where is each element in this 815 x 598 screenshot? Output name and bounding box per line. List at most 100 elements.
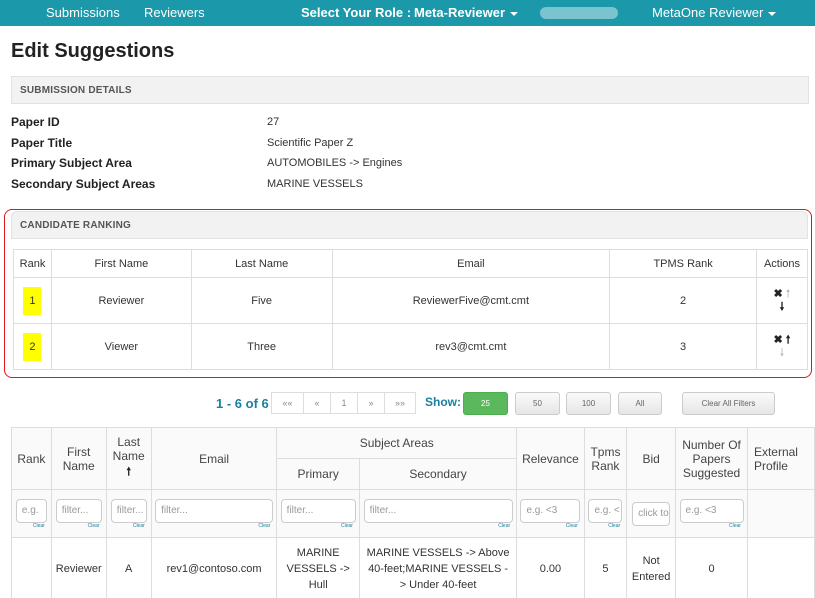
nav-reviewers[interactable]: Reviewers	[144, 5, 205, 20]
page-1-button[interactable]: 1	[330, 392, 358, 414]
page-size-25-button[interactable]: 25	[463, 392, 508, 415]
tpms-rank-cell: 2	[609, 277, 757, 324]
first-name-cell: Reviewer	[50, 277, 192, 324]
detail-value: MARINE VESSELS	[267, 178, 363, 190]
relevance-filter-input[interactable]: e.g. <3	[520, 498, 581, 523]
col-tpms-rank[interactable]: Tpms Rank	[583, 427, 628, 490]
primary-area-cell: MARINE VESSELS -> Hull	[276, 537, 360, 598]
col-primary[interactable]: Primary	[276, 458, 360, 490]
caret-down-icon	[510, 11, 519, 16]
detail-value: 27	[267, 116, 280, 128]
next-page-button[interactable]: »	[357, 392, 385, 414]
col-external-profile[interactable]: External Profile	[746, 427, 815, 490]
tpms-rank-cell: 3	[609, 323, 757, 370]
bid-cell: Not Entered	[626, 537, 677, 598]
primary-filter-input[interactable]: filter...	[280, 498, 356, 523]
clear-link[interactable]: Clear	[107, 523, 151, 529]
clear-link[interactable]: Clear	[676, 523, 747, 529]
user-menu[interactable]: MetaOne Reviewer	[652, 5, 777, 20]
secondary-filter-input[interactable]: filter...	[363, 498, 513, 523]
papers-suggested-label: Number Of Papers Suggested	[682, 437, 741, 480]
rank-cell	[11, 537, 52, 598]
arrow-down-icon[interactable]: 🠗	[780, 301, 785, 313]
detail-label: Primary Subject Area	[11, 156, 132, 170]
actions-cell: ✖ 🠕 🠗	[755, 323, 809, 370]
arrow-up-icon[interactable]: 🠕	[786, 334, 791, 346]
prev-page-button[interactable]: «	[303, 392, 331, 414]
table-row: Reviewer A rev1@contoso.com MARINE VESSE…	[11, 537, 815, 598]
col-actions: Actions	[755, 249, 809, 278]
candidate-ranking-table: Rank First Name Last Name Email TPMS Ran…	[13, 249, 809, 370]
email-cell: rev3@cmt.cmt	[331, 323, 611, 370]
email-filter-input[interactable]: filter...	[155, 498, 274, 523]
col-first-name[interactable]: First Name	[50, 427, 107, 490]
first-page-button[interactable]: ««	[271, 392, 304, 414]
clear-link[interactable]: Clear	[52, 523, 106, 529]
reviewers-table: Rank First Name Last Name 🠕 Email Subjec…	[11, 427, 815, 598]
nav-submissions[interactable]: Submissions	[46, 5, 120, 20]
redacted-text	[540, 7, 618, 19]
page-size-100-button[interactable]: 100	[566, 392, 611, 415]
page-size-50-button[interactable]: 50	[515, 392, 560, 415]
first-name-cell: Viewer	[50, 323, 192, 370]
col-bid[interactable]: Bid	[626, 427, 677, 490]
clear-all-filters-button[interactable]: Clear All Filters	[682, 392, 775, 415]
clear-link[interactable]: Clear	[12, 523, 51, 529]
clear-link[interactable]: Clear	[360, 523, 516, 529]
clear-link[interactable]: Clear	[152, 523, 277, 529]
papers-filter-input[interactable]: e.g. <3	[679, 498, 744, 523]
col-secondary[interactable]: Secondary	[358, 458, 518, 490]
page-title: Edit Suggestions	[11, 40, 175, 62]
sort-up-icon: 🠕	[126, 466, 132, 478]
external-profile-cell	[746, 537, 815, 598]
tpms-rank-cell: 5	[583, 537, 628, 598]
clear-link[interactable]: Clear	[517, 523, 584, 529]
col-subject-areas: Subject Areas	[276, 427, 518, 459]
rank-badge: 2	[23, 332, 42, 361]
col-last-name: Last Name	[190, 249, 333, 278]
col-last-name[interactable]: Last Name 🠕	[105, 427, 152, 490]
col-rank[interactable]: Rank	[11, 427, 52, 490]
col-rank: Rank	[13, 249, 52, 278]
role-label: Select Your Role :	[301, 5, 412, 20]
top-nav: Submissions Reviewers Select Your Role :…	[0, 0, 815, 26]
remove-icon[interactable]: ✖	[773, 288, 782, 300]
last-name-filter-input[interactable]: filter...	[110, 498, 147, 523]
external-profile-label: External Profile	[753, 444, 798, 473]
first-name-filter-input[interactable]: filter...	[55, 498, 102, 523]
pagination-range: 1 - 6 of 6	[216, 396, 269, 411]
col-relevance[interactable]: Relevance	[516, 427, 585, 490]
last-name-cell: Five	[190, 277, 333, 324]
relevance-cell: 0.00	[516, 537, 585, 598]
arrow-down-icon: 🠗	[779, 346, 785, 359]
last-name-cell: Three	[190, 323, 333, 370]
last-page-button[interactable]: »»	[384, 392, 416, 414]
tpms-filter-input[interactable]: e.g. <	[588, 498, 623, 523]
bid-filter-input[interactable]: click to	[632, 501, 671, 526]
page-size-all-button[interactable]: All	[618, 392, 662, 415]
rank-filter-input[interactable]: e.g.	[15, 498, 47, 523]
table-row: 1 Reviewer Five ReviewerFive@cmt.cmt 2 ✖…	[13, 277, 809, 324]
col-email[interactable]: Email	[150, 427, 278, 490]
col-papers-suggested[interactable]: Number Of Papers Suggested	[675, 427, 748, 490]
remove-icon[interactable]: ✖	[773, 334, 782, 346]
detail-label: Secondary Subject Areas	[11, 177, 156, 191]
col-tpms-rank: TPMS Rank	[609, 249, 757, 278]
col-email: Email	[331, 249, 611, 278]
papers-suggested-cell: 0	[675, 537, 748, 598]
last-name-label: Last Name	[112, 435, 145, 463]
clear-link[interactable]: Clear	[585, 523, 626, 529]
tpms-rank-label: Tpms Rank	[590, 444, 621, 473]
clear-link[interactable]: Clear	[277, 523, 359, 529]
candidate-ranking-header: CANDIDATE RANKING	[11, 211, 808, 239]
detail-label: Paper Title	[11, 136, 73, 150]
rank-badge: 1	[23, 286, 42, 315]
actions-cell: ✖ 🠕 🠗	[755, 277, 809, 324]
pager: «« « 1 » »»	[271, 392, 416, 414]
first-name-cell: Reviewer	[50, 537, 107, 598]
col-first-name: First Name	[50, 249, 192, 278]
table-row: 2 Viewer Three rev3@cmt.cmt 3 ✖ 🠕 🠗	[13, 323, 809, 370]
role-dropdown[interactable]: Meta-Reviewer	[414, 5, 519, 20]
detail-value: Scientific Paper Z	[267, 137, 354, 149]
show-label: Show:	[425, 395, 461, 409]
